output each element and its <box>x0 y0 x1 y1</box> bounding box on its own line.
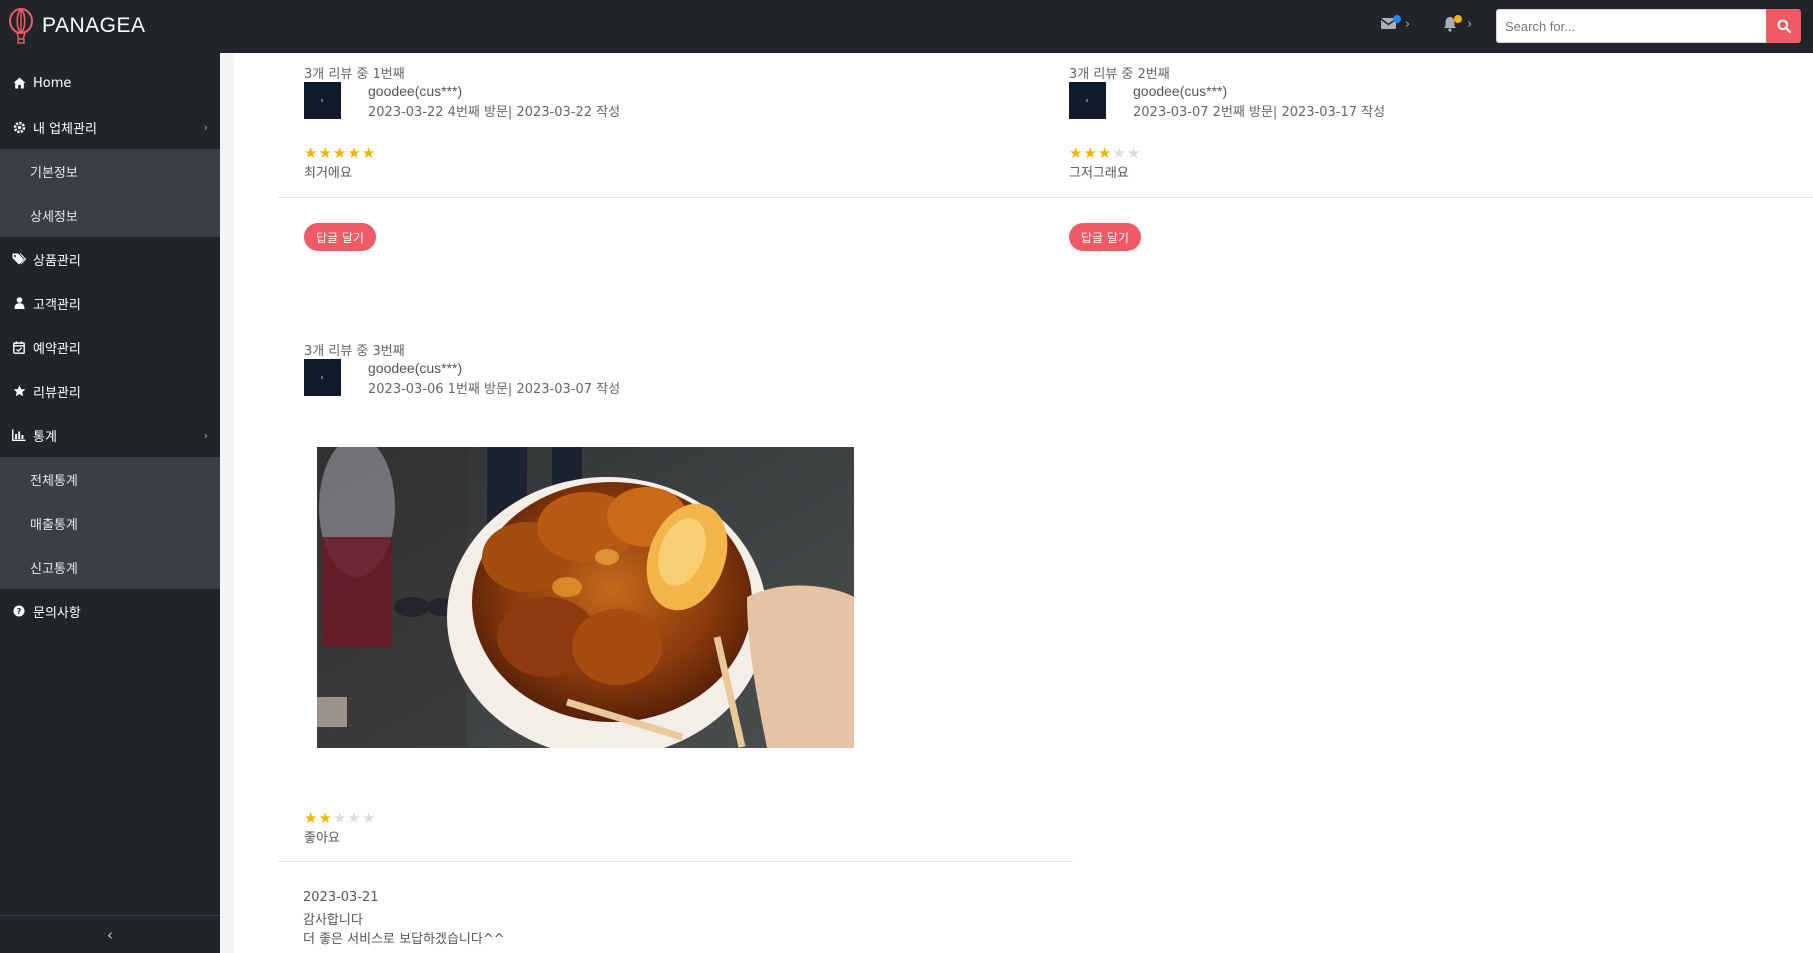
avatar <box>304 82 341 119</box>
tags-icon <box>11 253 27 265</box>
chevron-right-icon: › <box>203 428 208 442</box>
chevron-right-icon: › <box>1467 17 1473 32</box>
star-filled-icon: ★ <box>304 809 318 827</box>
bar-chart-icon <box>11 429 27 441</box>
sidebar-item-stats[interactable]: 통계 › <box>0 413 220 457</box>
divider <box>278 197 1813 198</box>
sidebar-item-label: Home <box>33 75 72 91</box>
sidebar-item-label: 문의사항 <box>33 605 81 621</box>
review-meta: 2023-03-22 4번째 방문| 2023-03-22 작성 <box>368 105 621 120</box>
sidebar-item-basic-info[interactable]: 기본정보 <box>0 149 220 193</box>
review-author: goodee(cus***) <box>368 360 463 376</box>
sidebar-item-label: 상품관리 <box>33 253 81 269</box>
review-card: 3개 리뷰 중 1번째 goodee(cus***) 2023-03-22 4번… <box>304 63 1044 263</box>
reply-button[interactable]: 답글 달기 <box>304 223 376 251</box>
sidebar-item-stats-all[interactable]: 전체통계 <box>0 457 220 501</box>
reply-line: 감사합니다 <box>303 913 363 928</box>
chevron-right-icon: › <box>203 120 208 134</box>
sidebar-item-stats-sales[interactable]: 매출통계 <box>0 501 220 545</box>
search-button[interactable] <box>1766 9 1801 43</box>
reply-button[interactable]: 답글 달기 <box>1069 223 1141 251</box>
star-rating: ★ ★ ★ ★ ★ <box>304 810 375 826</box>
sidebar: Home 내 업체관리 › 기본정보 상세정보 상품관리 고객관리 예약관리 리… <box>0 53 220 953</box>
notification-indicator-dot <box>1454 15 1462 23</box>
star-filled-icon: ★ <box>332 144 347 162</box>
star-filled-icon: ★ <box>1097 144 1112 162</box>
brand-name: PANAGEA <box>42 14 146 37</box>
review-meta: 2023-03-07 2번째 방문| 2023-03-17 작성 <box>1133 105 1386 120</box>
gear-icon <box>11 121 27 134</box>
sidebar-item-label: 리뷰관리 <box>33 385 81 401</box>
sidebar-item-label: 예약관리 <box>33 341 81 357</box>
review-card: 3개 리뷰 중 2번째 goodee(cus***) 2023-03-07 2번… <box>1069 63 1809 263</box>
star-rating: ★ ★ ★ ★ ★ <box>304 145 375 161</box>
submenu-stats: 전체통계 매출통계 신고통계 <box>0 457 220 589</box>
star-empty-icon: ★ <box>1112 144 1126 162</box>
search-bar <box>1496 9 1801 43</box>
review-index: 3개 리뷰 중 3번째 <box>304 344 405 359</box>
review-text: 좋아요 <box>304 831 340 846</box>
sidebar-item-label: 내 업체관리 <box>33 121 97 137</box>
sidebar-collapse-button[interactable]: ‹ <box>0 915 220 953</box>
review-text: 그저그래요 <box>1069 166 1129 181</box>
sidebar-item-reservations[interactable]: 예약관리 <box>0 325 220 369</box>
star-icon <box>11 385 27 397</box>
owner-reply: 2023-03-21 감사합니다 더 좋은 서비스로 보답하겠습니다^^ <box>303 890 505 947</box>
notifications-button[interactable]: › <box>1442 15 1476 37</box>
star-empty-icon: ★ <box>332 809 347 827</box>
top-navbar: PANAGEA › › <box>0 0 1813 53</box>
sidebar-item-reviews[interactable]: 리뷰관리 <box>0 369 220 413</box>
message-indicator-dot <box>1393 15 1401 23</box>
star-filled-icon: ★ <box>304 144 318 162</box>
review-index: 3개 리뷰 중 2번째 <box>1069 67 1170 82</box>
question-circle-icon: ? <box>11 605 27 617</box>
balloon-logo-icon <box>9 8 33 44</box>
review-index: 3개 리뷰 중 1번째 <box>304 67 405 82</box>
chevron-right-icon: › <box>1405 17 1411 32</box>
reply-line: 더 좋은 서비스로 보답하겠습니다^^ <box>303 932 505 947</box>
sidebar-item-label: 고객관리 <box>33 297 81 313</box>
review-text: 최거에요 <box>304 166 352 181</box>
star-filled-icon: ★ <box>318 144 332 162</box>
sidebar-item-customers[interactable]: 고객관리 <box>0 281 220 325</box>
sidebar-item-home[interactable]: Home <box>0 61 220 105</box>
food-photo-image <box>317 447 854 748</box>
content-gutter <box>220 53 234 953</box>
star-filled-icon: ★ <box>318 809 332 827</box>
messages-button[interactable]: › <box>1380 15 1414 37</box>
star-empty-icon: ★ <box>347 809 361 827</box>
sidebar-item-label: 통계 <box>33 429 57 445</box>
sidebar-item-inquiries[interactable]: ? 문의사항 <box>0 589 220 633</box>
calendar-check-icon <box>11 341 27 354</box>
review-author: goodee(cus***) <box>368 83 463 99</box>
brand[interactable]: PANAGEA <box>8 8 145 44</box>
sidebar-item-products[interactable]: 상품관리 <box>0 237 220 281</box>
user-icon <box>11 297 27 309</box>
search-icon <box>1777 19 1791 33</box>
star-filled-icon: ★ <box>347 144 361 162</box>
star-empty-icon: ★ <box>361 809 376 827</box>
reply-date: 2023-03-21 <box>303 890 379 905</box>
submenu-my-business: 기본정보 상세정보 <box>0 149 220 237</box>
review-meta: 2023-03-06 1번째 방문| 2023-03-07 작성 <box>368 382 621 397</box>
divider <box>278 861 1073 862</box>
svg-text:?: ? <box>17 607 22 616</box>
star-filled-icon: ★ <box>361 144 376 162</box>
sidebar-item-detail-info[interactable]: 상세정보 <box>0 193 220 237</box>
sidebar-item-stats-reports[interactable]: 신고통계 <box>0 545 220 589</box>
star-rating: ★ ★ ★ ★ ★ <box>1069 145 1140 161</box>
chevron-left-icon: ‹ <box>107 925 113 944</box>
sidebar-item-my-business[interactable]: 내 업체관리 › <box>0 105 220 149</box>
star-filled-icon: ★ <box>1069 144 1083 162</box>
search-input[interactable] <box>1496 9 1766 43</box>
review-author: goodee(cus***) <box>1133 83 1228 99</box>
avatar <box>1069 82 1106 119</box>
star-filled-icon: ★ <box>1083 144 1097 162</box>
avatar <box>304 359 341 396</box>
review-photo[interactable] <box>317 447 854 748</box>
star-empty-icon: ★ <box>1126 144 1141 162</box>
home-icon <box>11 77 27 89</box>
